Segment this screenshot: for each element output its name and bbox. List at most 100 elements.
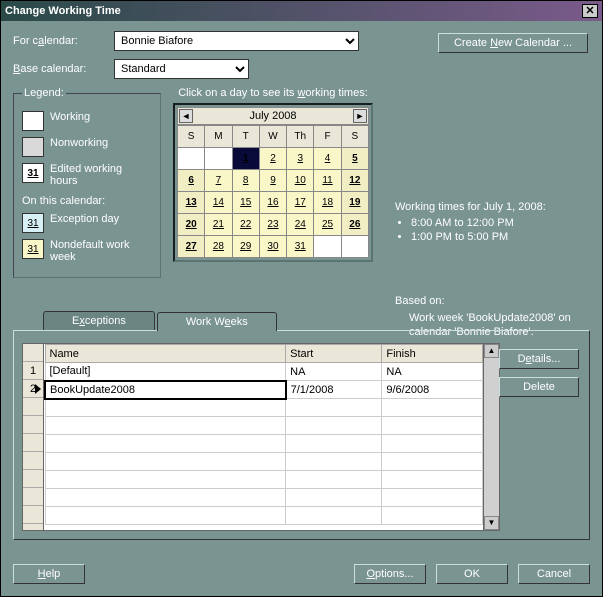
calendar-day[interactable]: 25 <box>314 214 341 236</box>
cell-finish[interactable] <box>382 507 483 525</box>
table-row[interactable] <box>45 453 483 471</box>
row-number[interactable] <box>23 434 43 452</box>
cancel-button[interactable]: Cancel <box>518 564 590 584</box>
based-on-label: Based on: <box>395 295 603 307</box>
scroll-down-button[interactable]: ▼ <box>484 516 499 530</box>
cell-name[interactable] <box>45 489 286 507</box>
calendar-day[interactable]: 15 <box>232 192 259 214</box>
prev-month-button[interactable]: ◄ <box>179 109 193 123</box>
table-row[interactable] <box>45 417 483 435</box>
calendar-day[interactable]: 11 <box>314 170 341 192</box>
table-row[interactable]: [Default]NANA <box>45 363 483 381</box>
ok-button[interactable]: OK <box>436 564 508 584</box>
cell-finish[interactable]: 9/6/2008 <box>382 381 483 399</box>
cell-start[interactable]: 7/1/2008 <box>286 381 382 399</box>
calendar-day[interactable]: 24 <box>287 214 314 236</box>
cell-start[interactable] <box>286 453 382 471</box>
calendar-day[interactable]: 8 <box>232 170 259 192</box>
for-calendar-select[interactable]: Bonnie Biafore <box>114 31 359 51</box>
table-row[interactable] <box>45 435 483 453</box>
cell-finish[interactable]: NA <box>382 363 483 381</box>
next-month-button[interactable]: ► <box>353 109 367 123</box>
cell-start[interactable]: NA <box>286 363 382 381</box>
cell-start[interactable] <box>286 417 382 435</box>
cell-name[interactable] <box>45 471 286 489</box>
calendar-day[interactable]: 29 <box>232 236 259 258</box>
calendar-day[interactable]: 18 <box>314 192 341 214</box>
calendar-day[interactable]: 26 <box>341 214 368 236</box>
tab-work-weeks[interactable]: Work Weeks <box>157 312 277 331</box>
calendar-day[interactable]: 3 <box>287 148 314 170</box>
delete-button[interactable]: Delete <box>499 377 579 397</box>
calendar-day[interactable]: 14 <box>205 192 232 214</box>
calendar-day[interactable]: 17 <box>287 192 314 214</box>
cell-finish[interactable] <box>382 435 483 453</box>
cell-name[interactable] <box>45 399 286 417</box>
calendar-day[interactable]: 12 <box>341 170 368 192</box>
create-new-calendar-button[interactable]: Create New Calendar ... <box>438 33 588 53</box>
cell-name[interactable] <box>45 507 286 525</box>
calendar-day[interactable]: 5 <box>341 148 368 170</box>
col-finish[interactable]: Finish <box>382 345 483 363</box>
calendar-grid[interactable]: SMTWThFS 1234567891011121314151617181920… <box>177 125 369 258</box>
col-start[interactable]: Start <box>286 345 382 363</box>
calendar-day[interactable]: 31 <box>287 236 314 258</box>
cell-name[interactable]: BookUpdate2008 <box>45 381 286 399</box>
table-row[interactable]: BookUpdate20087/1/20089/6/2008 <box>45 381 483 399</box>
calendar-day[interactable]: 2 <box>259 148 286 170</box>
cell-start[interactable] <box>286 435 382 453</box>
cell-start[interactable] <box>286 489 382 507</box>
grid-scrollbar[interactable]: ▲ ▼ <box>484 343 500 531</box>
calendar-day[interactable]: 23 <box>259 214 286 236</box>
cell-finish[interactable] <box>382 489 483 507</box>
cell-finish[interactable] <box>382 453 483 471</box>
cell-name[interactable] <box>45 417 286 435</box>
calendar-day[interactable]: 21 <box>205 214 232 236</box>
calendar-day[interactable]: 20 <box>178 214 205 236</box>
row-number[interactable] <box>23 488 43 506</box>
close-button[interactable]: ✕ <box>582 4 598 18</box>
cell-finish[interactable] <box>382 417 483 435</box>
row-number[interactable] <box>23 398 43 416</box>
details-button[interactable]: Details... <box>499 349 579 369</box>
cell-name[interactable] <box>45 453 286 471</box>
help-button[interactable]: Help <box>13 564 85 584</box>
calendar-day[interactable]: 9 <box>259 170 286 192</box>
calendar-day[interactable]: 4 <box>314 148 341 170</box>
col-name[interactable]: Name <box>45 345 286 363</box>
calendar-day[interactable]: 27 <box>178 236 205 258</box>
row-number[interactable] <box>23 416 43 434</box>
cell-start[interactable] <box>286 507 382 525</box>
scroll-up-button[interactable]: ▲ <box>484 344 499 358</box>
tab-exceptions[interactable]: Exceptions <box>43 311 155 330</box>
row-number[interactable] <box>23 452 43 470</box>
table-row[interactable] <box>45 489 483 507</box>
row-number[interactable] <box>23 506 43 524</box>
calendar-day[interactable]: 10 <box>287 170 314 192</box>
calendar-day[interactable]: 28 <box>205 236 232 258</box>
options-button[interactable]: Options... <box>354 564 426 584</box>
cell-finish[interactable] <box>382 399 483 417</box>
calendar-day[interactable]: 16 <box>259 192 286 214</box>
calendar-day[interactable]: 7 <box>205 170 232 192</box>
cell-finish[interactable] <box>382 471 483 489</box>
calendar-day[interactable]: 19 <box>341 192 368 214</box>
calendar-day[interactable]: 22 <box>232 214 259 236</box>
table-row[interactable] <box>45 399 483 417</box>
cell-start[interactable] <box>286 399 382 417</box>
table-row[interactable] <box>45 507 483 525</box>
base-calendar-select[interactable]: Standard <box>114 59 249 79</box>
cell-name[interactable] <box>45 435 286 453</box>
work-weeks-grid[interactable]: 12 Name Start Finish [Default]NANABookUp… <box>22 343 500 531</box>
calendar-day[interactable]: 13 <box>178 192 205 214</box>
row-number[interactable]: 2 <box>23 380 43 398</box>
calendar-day[interactable]: 1 <box>232 148 259 170</box>
calendar-day[interactable]: 6 <box>178 170 205 192</box>
table-row[interactable] <box>45 471 483 489</box>
cell-start[interactable] <box>286 471 382 489</box>
row-number[interactable]: 1 <box>23 362 43 380</box>
calendar-day[interactable]: 30 <box>259 236 286 258</box>
row-number[interactable] <box>23 470 43 488</box>
calendar-dow: F <box>314 126 341 148</box>
cell-name[interactable]: [Default] <box>45 363 286 381</box>
